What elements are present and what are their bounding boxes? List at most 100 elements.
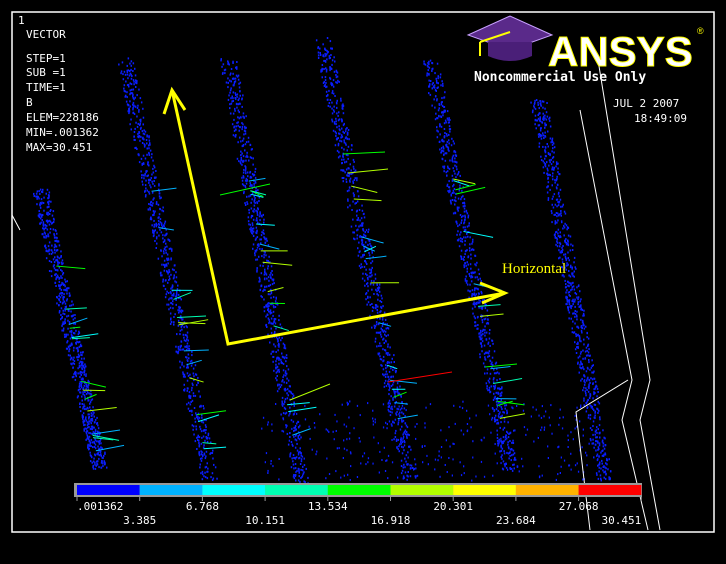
field-point	[464, 205, 466, 207]
field-point	[406, 426, 409, 429]
field-vector	[453, 180, 471, 187]
field-point	[403, 476, 405, 479]
field-point	[589, 393, 591, 396]
field-point	[542, 132, 544, 135]
field-point	[567, 446, 569, 448]
field-point	[251, 232, 253, 234]
field-point	[253, 173, 256, 176]
field-point	[470, 426, 472, 429]
field-point	[436, 62, 439, 65]
field-point	[343, 474, 345, 477]
field-point	[438, 450, 440, 453]
field-point	[479, 337, 481, 340]
field-point	[484, 317, 487, 320]
field-point	[561, 246, 563, 249]
field-point	[451, 199, 454, 201]
field-point	[463, 198, 466, 201]
field-point	[152, 167, 154, 170]
field-point	[500, 449, 503, 452]
field-point	[240, 150, 242, 153]
field-point	[176, 333, 178, 336]
field-point	[358, 264, 361, 267]
field-point	[371, 288, 373, 291]
field-point	[158, 184, 160, 187]
field-point	[174, 264, 176, 267]
field-point	[572, 244, 574, 247]
field-point	[525, 433, 527, 436]
field-point	[449, 189, 451, 192]
field-point	[61, 270, 63, 273]
field-point	[277, 357, 280, 359]
field-point	[331, 101, 333, 104]
field-point	[583, 383, 586, 386]
field-point	[203, 444, 205, 447]
field-point	[562, 245, 564, 247]
field-point	[403, 439, 405, 442]
field-point	[326, 85, 328, 88]
field-point	[227, 77, 229, 80]
field-point	[143, 138, 145, 141]
field-point	[145, 187, 147, 190]
field-point	[449, 159, 451, 162]
field-point	[380, 333, 382, 336]
field-point	[224, 72, 226, 75]
field-point	[498, 388, 501, 391]
field-point	[551, 168, 553, 171]
field-point	[59, 296, 62, 299]
field-point	[273, 343, 275, 346]
field-point	[347, 145, 350, 148]
field-point	[374, 340, 377, 343]
field-point	[167, 257, 170, 260]
field-point	[531, 111, 534, 114]
field-point	[293, 457, 295, 459]
field-point	[137, 132, 139, 135]
field-point	[205, 426, 207, 428]
field-point	[263, 310, 266, 313]
field-point	[248, 195, 250, 198]
field-point	[79, 388, 81, 391]
field-point	[88, 392, 90, 395]
field-point	[56, 269, 58, 272]
field-point	[339, 132, 341, 135]
field-point	[463, 219, 466, 221]
field-point	[183, 326, 185, 329]
field-point	[78, 362, 81, 365]
field-point	[102, 462, 104, 465]
field-point	[396, 410, 398, 413]
field-point	[240, 156, 242, 159]
field-point	[97, 451, 99, 454]
field-point	[252, 247, 254, 250]
field-point	[266, 313, 269, 316]
field-point	[63, 296, 65, 299]
field-point	[597, 391, 599, 393]
field-point	[79, 391, 81, 394]
field-point	[188, 345, 190, 348]
field-point	[370, 275, 372, 278]
field-point	[586, 464, 588, 467]
field-point	[382, 330, 385, 333]
field-point	[501, 408, 503, 411]
field-point	[442, 145, 444, 148]
field-point	[474, 254, 477, 257]
legend-swatch	[515, 485, 579, 495]
field-point	[460, 221, 462, 224]
field-point	[263, 232, 265, 235]
field-point	[452, 458, 454, 461]
field-point	[129, 105, 131, 108]
field-point	[575, 352, 578, 354]
field-point	[173, 321, 175, 324]
field-point	[201, 436, 203, 439]
field-point	[338, 125, 340, 128]
field-point	[489, 372, 492, 375]
field-point	[284, 347, 287, 350]
field-point	[400, 442, 402, 445]
field-point	[487, 355, 489, 358]
field-point	[151, 180, 153, 183]
field-point	[283, 388, 286, 391]
field-point	[150, 177, 152, 179]
field-point	[373, 306, 375, 309]
field-point	[394, 436, 397, 438]
field-point	[391, 424, 393, 427]
field-point	[365, 298, 367, 301]
field-point	[85, 419, 88, 422]
